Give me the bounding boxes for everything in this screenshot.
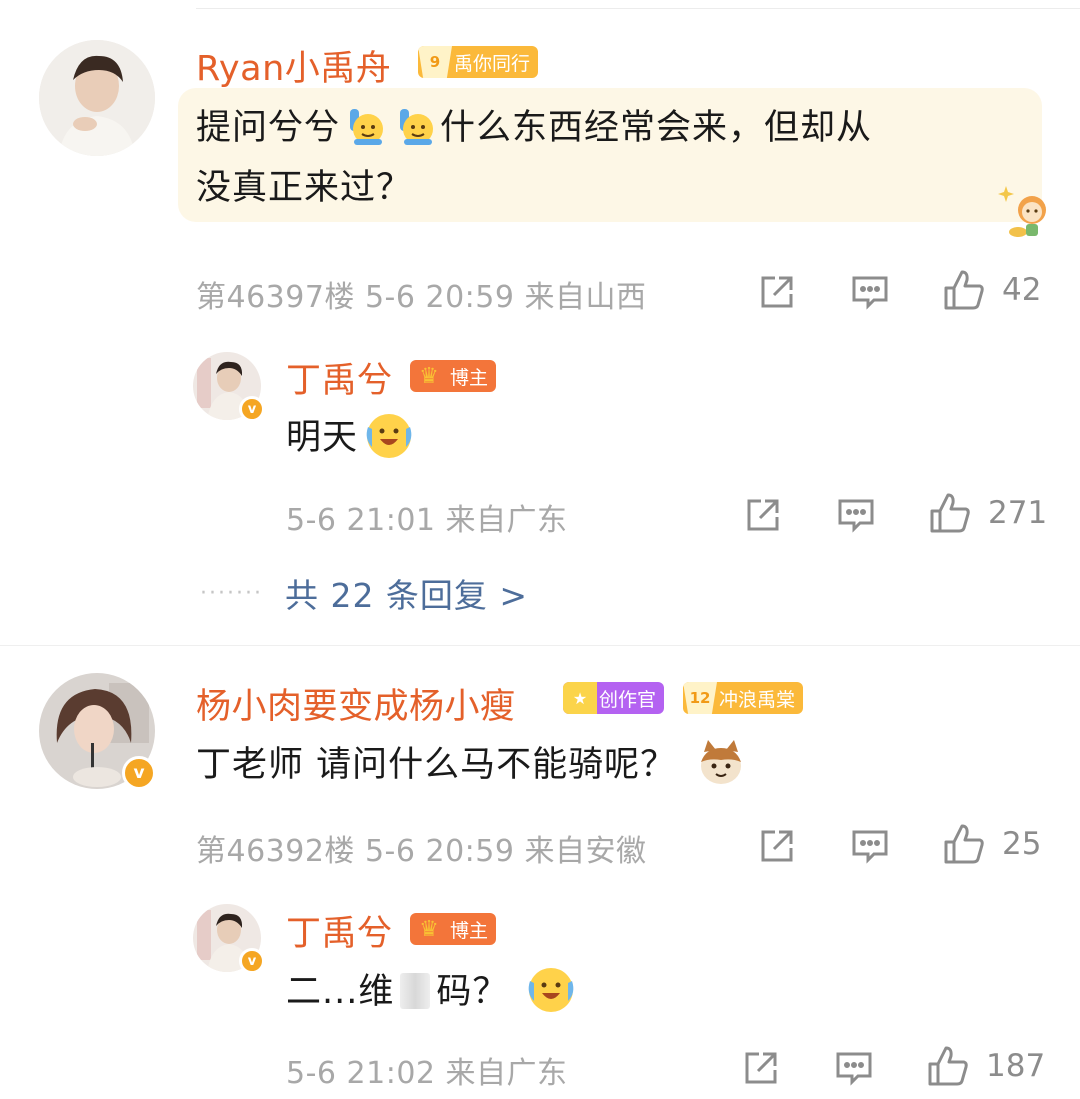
fan-badge[interactable]: 9 禹你同行 <box>418 46 539 78</box>
grin-emoji-icon <box>366 414 412 458</box>
reply-text: 二...维 码？ <box>286 962 582 1022</box>
reply-author-name[interactable]: 丁禹兮 <box>286 352 393 403</box>
top-divider <box>196 8 1080 9</box>
blogger-badge-label: 博主 <box>450 919 489 942</box>
comment-text: 丁老师 请问什么马不能骑呢？ <box>196 735 750 795</box>
thumbs-up-icon <box>930 493 970 533</box>
comment-text: 提问兮兮 什么东西经常会来，但却从 没真正来过？ <box>196 98 1036 218</box>
comment-meta: 第46397楼 5-6 20:59 来自山西 <box>196 280 647 315</box>
share-button[interactable] <box>757 826 797 866</box>
reply-share-button[interactable] <box>743 495 783 535</box>
reply-text-part1: 二...维 <box>286 972 395 1012</box>
blogger-badge-label: 博主 <box>450 366 489 389</box>
reply-share-button[interactable] <box>741 1048 781 1088</box>
comment-meta: 第46392楼 5-6 20:59 来自安徽 <box>196 834 647 869</box>
reply-like-count: 271 <box>988 495 1048 531</box>
comment-icon <box>838 499 874 533</box>
more-replies-row[interactable]: ······· 共 22 条回复 > <box>200 568 528 618</box>
reply-comment-button[interactable] <box>836 495 876 535</box>
like-count: 42 <box>1002 272 1042 308</box>
more-replies-link[interactable]: 共 22 条回复 > <box>285 569 528 617</box>
like-button[interactable] <box>942 822 986 866</box>
blogger-badge[interactable]: ♛ 博主 <box>410 360 497 392</box>
crown-icon: ♛ <box>419 916 439 942</box>
verified-badge-icon: v <box>122 756 156 790</box>
comment-text-line2: 没真正来过？ <box>196 168 413 208</box>
fan-badge[interactable]: 12 冲浪禹棠 <box>683 682 804 714</box>
share-button[interactable] <box>757 272 797 312</box>
fan-level: 12 <box>683 682 717 714</box>
comment-text-content: 丁老师 请问什么马不能骑呢？ <box>196 745 677 785</box>
thumbs-up-icon <box>928 1046 968 1086</box>
verified-badge-icon: v <box>239 948 265 974</box>
reply-author-name[interactable]: 丁禹兮 <box>286 905 393 956</box>
commenter-name[interactable]: 杨小肉要变成杨小瘦 <box>196 678 516 729</box>
avatar-ryan[interactable] <box>39 40 155 156</box>
reply-like-button[interactable] <box>928 491 972 535</box>
reply-meta: 5-6 21:02 来自广东 <box>286 1056 568 1091</box>
reply-comment-button[interactable] <box>834 1048 874 1088</box>
reply-like-button[interactable] <box>926 1044 970 1088</box>
cat-emoji-icon <box>701 740 742 784</box>
creator-badge-label: 创作官 <box>599 688 657 711</box>
comment-button[interactable] <box>850 272 890 312</box>
fan-level: 9 <box>418 46 452 78</box>
crown-icon: ♛ <box>419 363 439 389</box>
share-icon <box>761 276 793 308</box>
reply-text-content: 明天 <box>286 418 359 458</box>
like-count: 25 <box>1002 826 1042 862</box>
creator-badge[interactable]: ★ 创作官 <box>563 682 665 714</box>
comment-text-part2: 什么东西经常会来，但却从 <box>440 108 873 148</box>
verified-badge-icon: v <box>239 396 265 422</box>
like-button[interactable] <box>942 268 986 312</box>
creator-icon: ★ <box>563 682 597 714</box>
comment-text-part1: 提问兮兮 <box>196 108 341 148</box>
reply-text-part2: 码？ <box>436 972 509 1012</box>
blogger-badge[interactable]: ♛ 博主 <box>410 913 497 945</box>
comment-icon <box>852 830 888 864</box>
comment-icon <box>836 1052 872 1086</box>
commenter-name[interactable]: Ryan小禹舟 <box>196 40 391 91</box>
fan-badge-label: 禹你同行 <box>454 52 531 75</box>
raise-hand-emoji-icon <box>400 109 434 145</box>
comment-separator <box>0 645 1080 646</box>
share-icon <box>747 499 779 531</box>
grin-emoji-icon <box>529 968 574 1012</box>
share-icon <box>745 1052 777 1084</box>
thumbs-up-icon <box>944 824 984 864</box>
reply-like-count: 187 <box>986 1048 1046 1084</box>
share-icon <box>761 830 793 862</box>
comment-button[interactable] <box>850 826 890 866</box>
reply-text: 明天 <box>286 408 420 468</box>
more-dots: ······· <box>200 580 263 606</box>
fan-badge-label: 冲浪禹棠 <box>719 688 796 711</box>
raise-hand-emoji-icon <box>350 109 384 145</box>
thumbs-up-icon <box>944 270 984 310</box>
comment-icon <box>852 276 888 310</box>
bubble-sticker-icon <box>998 186 1046 237</box>
reply-meta: 5-6 21:01 来自广东 <box>286 503 568 538</box>
blurred-text <box>400 973 431 1009</box>
